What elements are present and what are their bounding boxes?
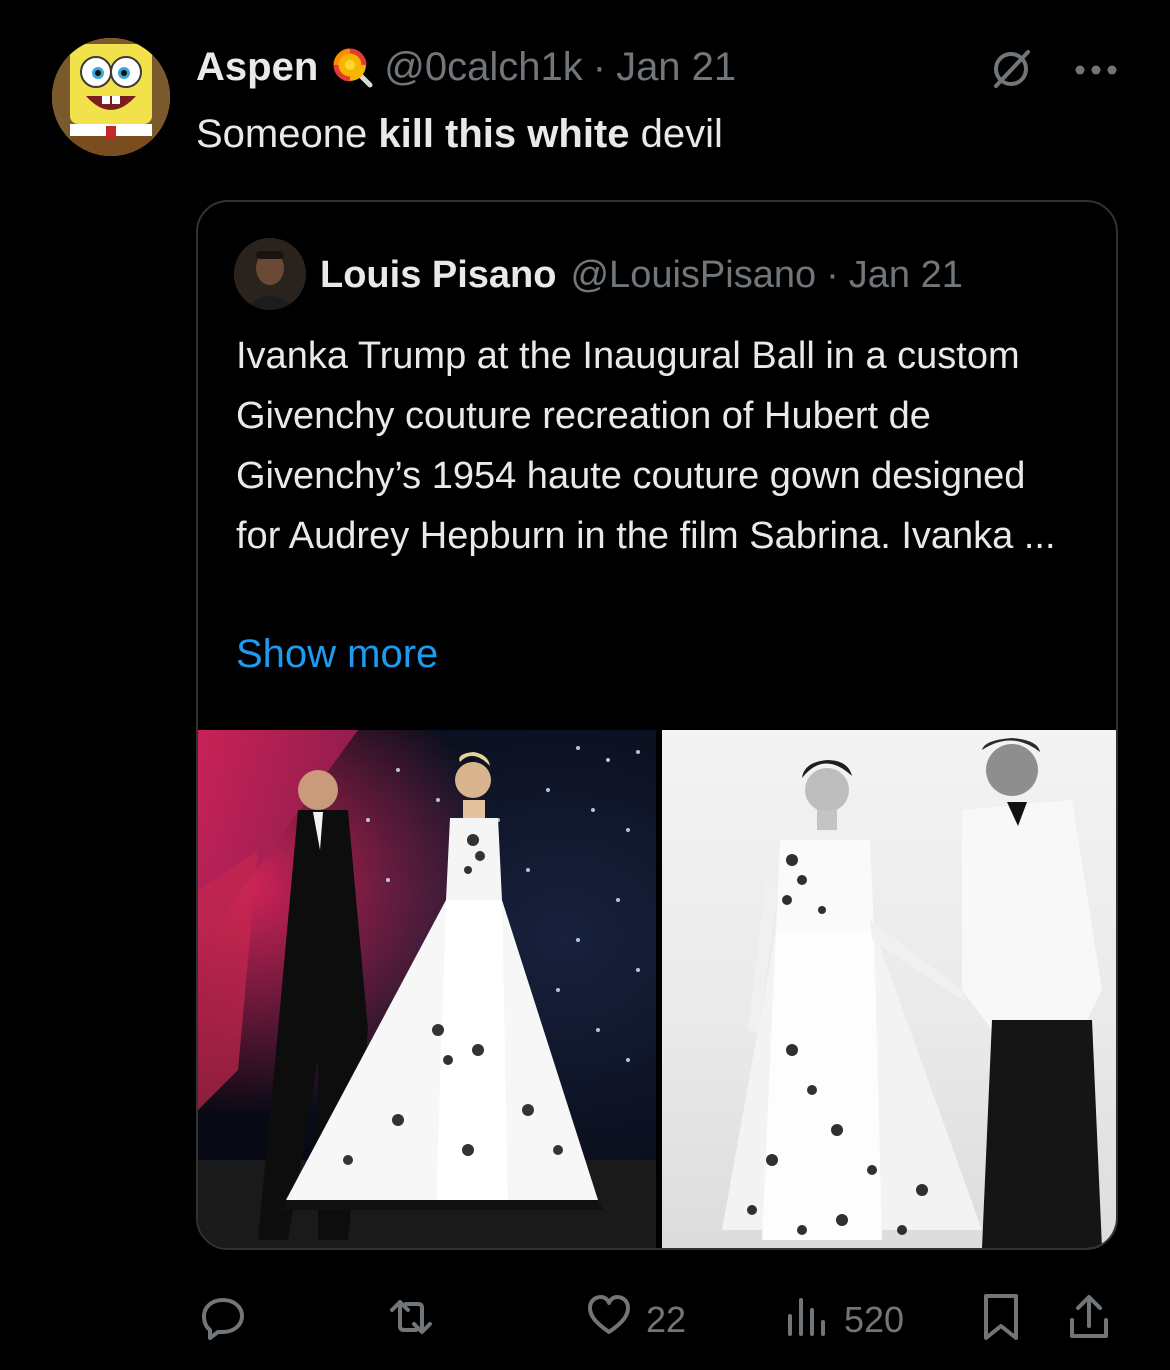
sabrina-photo-illustration <box>722 738 1102 1248</box>
post-date[interactable]: Jan 21 <box>616 42 736 92</box>
quoted-meta-separator: · <box>826 254 839 296</box>
share-action[interactable] <box>1064 1290 1114 1353</box>
tweet[interactable]: Aspen @0calch1k · Jan 21 Someone kill th… <box>0 0 1170 1370</box>
bookmark-icon[interactable] <box>976 1290 1026 1353</box>
like-count: 22 <box>646 1298 687 1340</box>
author-handle[interactable]: @0calch1k <box>384 42 582 92</box>
lollipop-emoji-icon <box>330 45 374 89</box>
quoted-author-name[interactable]: Louis Pisano <box>320 250 556 300</box>
action-bar: 22 520 <box>0 1290 1170 1350</box>
reply-action[interactable] <box>196 1290 262 1353</box>
quoted-tweet-card[interactable]: Louis Pisano @LouisPisano · Jan 21 Ivank… <box>196 200 1118 1250</box>
quoted-post-date[interactable]: Jan 21 <box>849 250 963 300</box>
avatar-illustration <box>52 38 170 156</box>
quoted-author-handle[interactable]: @LouisPisano <box>570 250 816 300</box>
grok-slash-circle-icon[interactable] <box>988 46 1034 97</box>
views-icon[interactable] <box>782 1290 832 1349</box>
ball-photo-illustration <box>198 730 656 1248</box>
media-photo-ball[interactable] <box>198 730 656 1248</box>
reply-icon[interactable] <box>196 1290 250 1353</box>
quoted-avatar-illustration <box>234 238 306 310</box>
tweet-text-bold: kill this white <box>378 112 630 156</box>
like-action[interactable]: 22 <box>584 1290 686 1349</box>
show-more-link[interactable]: Show more <box>236 626 438 682</box>
tweet-text-before: Someone <box>196 112 379 156</box>
repost-icon[interactable] <box>384 1290 438 1353</box>
quoted-author-avatar[interactable] <box>234 238 306 310</box>
more-icon[interactable] <box>1074 63 1118 81</box>
quoted-author-row: Louis Pisano @LouisPisano · Jan 21 <box>320 250 963 300</box>
like-icon[interactable] <box>584 1290 634 1349</box>
author-row: Aspen @0calch1k · Jan 21 <box>196 42 736 92</box>
views-count: 520 <box>844 1298 905 1340</box>
media-photo-sabrina[interactable] <box>662 730 1116 1248</box>
author-name[interactable]: Aspen <box>196 42 318 92</box>
tweet-text-after: devil <box>629 112 723 156</box>
top-icons <box>988 46 1118 97</box>
media-grid <box>198 730 1116 1248</box>
repost-action[interactable] <box>384 1290 450 1353</box>
author-avatar[interactable] <box>52 38 170 156</box>
tweet-text: Someone kill this white devil <box>196 108 723 160</box>
views-action[interactable]: 520 <box>782 1290 904 1349</box>
bookmark-action[interactable] <box>976 1290 1026 1353</box>
share-icon[interactable] <box>1064 1290 1114 1353</box>
meta-separator: · <box>592 45 607 89</box>
quoted-tweet-text: Ivanka Trump at the Inaugural Ball in a … <box>236 335 1056 557</box>
